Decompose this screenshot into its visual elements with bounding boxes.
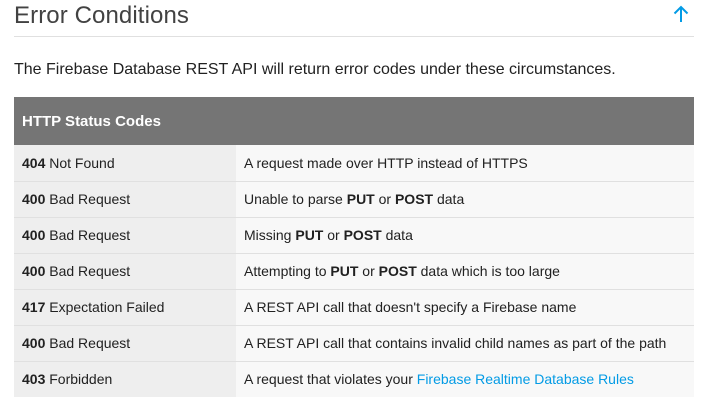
description-text: A request made over HTTP instead of HTTP… xyxy=(244,154,528,171)
status-codes-table: HTTP Status Codes 404 Not Found A request… xyxy=(14,97,694,397)
table-body: 404 Not Found A request made over HTTP in… xyxy=(14,145,694,397)
section-heading: Error Conditions xyxy=(14,0,694,37)
description-text: or xyxy=(358,263,379,279)
table-row: 400 Bad Request Attempting to PUT or POST… xyxy=(14,253,694,290)
description-cell: Attempting to PUT or POST data which is … xyxy=(236,253,694,290)
status-code-text: Bad Request xyxy=(49,335,131,351)
status-code-number: 400 xyxy=(22,227,46,243)
status-code-number: 403 xyxy=(22,371,46,388)
description-text: or xyxy=(323,227,344,243)
http-method-keyword: POST xyxy=(394,191,434,207)
page-title: Error Conditions xyxy=(14,2,190,29)
http-method-keyword: PUT xyxy=(330,263,359,279)
description-text: A REST API call that contains invalid ch… xyxy=(244,335,667,351)
status-code-cell: 417 Expectation Failed xyxy=(14,289,236,326)
description-text: A REST API call that doesn't specify a F… xyxy=(244,299,577,315)
table-row: 400 Bad Request A REST API call that cont… xyxy=(14,325,694,362)
intro-paragraph: The Firebase Database REST API will retu… xyxy=(14,61,616,78)
description-text: data which is too large xyxy=(416,263,560,279)
http-method-keyword: PUT xyxy=(295,227,324,243)
status-code-number: 400 xyxy=(22,191,46,207)
description-text: A request that violates your xyxy=(244,371,417,388)
description-text: data xyxy=(381,227,413,243)
http-method-keyword: PUT xyxy=(346,191,375,207)
status-code-number: 404 xyxy=(22,154,46,171)
table-row: 417 Expectation Failed A REST API call th… xyxy=(14,289,694,326)
status-code-text: Forbidden xyxy=(49,371,113,388)
status-code-cell: 403 Forbidden xyxy=(14,361,236,397)
table-row: 400 Bad Request Unable to parse PUT or PO… xyxy=(14,181,694,218)
page: Error Conditions The Firebase Database R… xyxy=(0,0,701,406)
rules-link[interactable]: Firebase Realtime Database Rules xyxy=(417,371,634,387)
status-code-number: 400 xyxy=(22,263,46,279)
status-code-number: 400 xyxy=(22,335,46,351)
table-header-row: HTTP Status Codes xyxy=(14,97,694,145)
status-code-cell: 400 Bad Request xyxy=(14,181,236,218)
description-text: or xyxy=(374,191,395,207)
description-cell: Unable to parse PUT or POST data xyxy=(236,181,694,218)
status-code-text: Bad Request xyxy=(49,191,131,207)
table-header: HTTP Status Codes xyxy=(14,97,694,145)
http-method-keyword: POST xyxy=(343,227,382,243)
arrow-up-icon[interactable] xyxy=(671,4,691,24)
status-code-text: Not Found xyxy=(49,154,115,171)
status-code-cell: 400 Bad Request xyxy=(14,217,236,254)
status-code-cell: 400 Bad Request xyxy=(14,253,236,290)
description-cell: Missing PUT or POST data xyxy=(236,217,694,254)
status-code-text: Expectation Failed xyxy=(49,299,165,315)
status-code-number: 417 xyxy=(22,299,46,315)
table-row: 400 Bad Request Missing PUT or POST data xyxy=(14,217,694,254)
status-code-cell: 400 Bad Request xyxy=(14,325,236,362)
description-text: Missing xyxy=(244,227,296,243)
table-row: 404 Not Found A request made over HTTP in… xyxy=(14,145,694,182)
status-code-text: Bad Request xyxy=(49,227,131,243)
table-row: 403 Forbidden A request that violates you… xyxy=(14,361,694,397)
description-cell: A request that violates your Firebase Re… xyxy=(236,361,694,397)
description-cell: A REST API call that contains invalid ch… xyxy=(236,325,694,362)
description-text: Unable to parse xyxy=(244,191,347,207)
http-method-keyword: POST xyxy=(378,263,417,279)
status-code-cell: 404 Not Found xyxy=(14,145,236,182)
description-text: Attempting to xyxy=(244,263,331,279)
status-code-text: Bad Request xyxy=(49,263,131,279)
description-text: data xyxy=(433,191,465,207)
description-cell: A REST API call that doesn't specify a F… xyxy=(236,289,694,326)
description-cell: A request made over HTTP instead of HTTP… xyxy=(236,145,694,182)
